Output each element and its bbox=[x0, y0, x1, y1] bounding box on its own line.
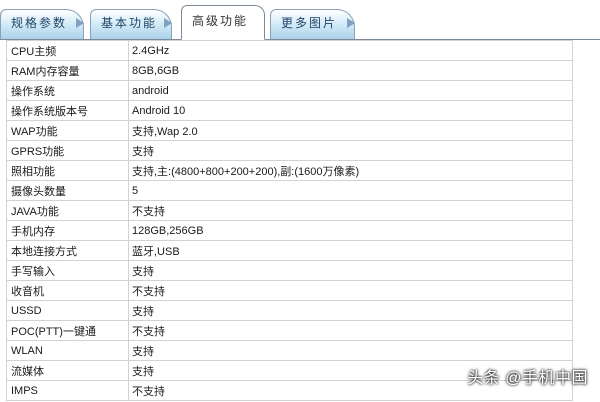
spec-key: USSD bbox=[6, 300, 129, 321]
spec-key: WAP功能 bbox=[6, 120, 129, 141]
tab-more-images[interactable]: 更多图片 bbox=[270, 9, 355, 39]
spec-value: 不支持 bbox=[128, 280, 573, 301]
spec-table-body: CPU主频 2.4GHz RAM内存容量 8GB,6GB 操作系统 android 操作系统… bbox=[6, 40, 573, 401]
table-row: 操作系统版本号 Android 10 bbox=[6, 100, 573, 121]
spec-value: 支持 bbox=[128, 340, 573, 361]
table-row: CPU主频 2.4GHz bbox=[6, 40, 573, 61]
table-row: 本地连接方式 蓝牙,USB bbox=[6, 240, 573, 261]
spec-key: JAVA功能 bbox=[6, 200, 129, 221]
spec-key: 本地连接方式 bbox=[6, 240, 129, 261]
spec-value: 支持 bbox=[128, 300, 573, 321]
spec-value: 支持 bbox=[128, 260, 573, 281]
spec-value: 2.4GHz bbox=[128, 40, 573, 61]
spec-key: CPU主频 bbox=[6, 40, 129, 61]
table-row: 摄像头数量 5 bbox=[6, 180, 573, 201]
table-row: USSD 支持 bbox=[6, 300, 573, 321]
table-row: POC(PTT)一键通 不支持 bbox=[6, 320, 573, 341]
spec-value: 8GB,6GB bbox=[128, 60, 573, 81]
spec-value: 不支持 bbox=[128, 200, 573, 221]
table-row: 操作系统 android bbox=[6, 80, 573, 101]
spec-key: 流媒体 bbox=[6, 360, 129, 381]
spec-value: 128GB,256GB bbox=[128, 220, 573, 241]
table-row: WAP功能 支持,Wap 2.0 bbox=[6, 120, 573, 141]
table-row: RAM内存容量 8GB,6GB bbox=[6, 60, 573, 81]
spec-key: 收音机 bbox=[6, 280, 129, 301]
tab-spec-params[interactable]: 规格参数 bbox=[0, 9, 84, 39]
spec-value: 蓝牙,USB bbox=[128, 240, 573, 261]
tab-label: 规格参数 bbox=[11, 16, 68, 30]
table-row: 手机内存 128GB,256GB bbox=[6, 220, 573, 241]
spec-key: 操作系统 bbox=[6, 80, 129, 101]
table-row: 手写输入 支持 bbox=[6, 260, 573, 281]
spec-page: 规格参数 基本功能 高级功能 更多图片 CPU主频 2.4GHz RAM内存容量 8G… bbox=[0, 0, 600, 402]
table-row: JAVA功能 不支持 bbox=[6, 200, 573, 221]
spec-table: CPU主频 2.4GHz RAM内存容量 8GB,6GB 操作系统 android 操作系统… bbox=[6, 40, 573, 401]
spec-key: 手机内存 bbox=[6, 220, 129, 241]
spec-key: IMPS bbox=[6, 380, 129, 401]
tab-label: 高级功能 bbox=[192, 14, 249, 28]
tab-corner-icon bbox=[76, 18, 84, 28]
spec-key: 操作系统版本号 bbox=[6, 100, 129, 121]
spec-key: 照相功能 bbox=[6, 160, 129, 181]
spec-value: 支持,主:(4800+800+200+200),副:(1600万像素) bbox=[128, 160, 573, 181]
table-row: GPRS功能 支持 bbox=[6, 140, 573, 161]
table-row: 收音机 不支持 bbox=[6, 280, 573, 301]
spec-value: 支持,Wap 2.0 bbox=[128, 120, 573, 141]
page-margin bbox=[573, 40, 600, 402]
spec-value: 不支持 bbox=[128, 320, 573, 341]
tab-label: 基本功能 bbox=[101, 16, 158, 30]
table-row: WLAN 支持 bbox=[6, 340, 573, 361]
watermark: 头条 @手机中国 bbox=[467, 370, 588, 387]
spec-key: 摄像头数量 bbox=[6, 180, 129, 201]
table-row: 照相功能 支持,主:(4800+800+200+200),副:(1600万像素) bbox=[6, 160, 573, 181]
tab-bar: 规格参数 基本功能 高级功能 更多图片 bbox=[0, 0, 600, 40]
spec-key: WLAN bbox=[6, 340, 129, 361]
spec-value: 支持 bbox=[128, 140, 573, 161]
spec-key: 手写输入 bbox=[6, 260, 129, 281]
tab-corner-icon bbox=[347, 18, 355, 28]
tab-advanced-functions[interactable]: 高级功能 bbox=[181, 5, 265, 40]
tab-corner-icon bbox=[164, 18, 172, 28]
tab-basic-functions[interactable]: 基本功能 bbox=[90, 9, 172, 39]
spec-value: Android 10 bbox=[128, 100, 573, 121]
spec-key: GPRS功能 bbox=[6, 140, 129, 161]
spec-value: 5 bbox=[128, 180, 573, 201]
tab-label: 更多图片 bbox=[281, 16, 338, 30]
spec-key: POC(PTT)一键通 bbox=[6, 320, 129, 341]
spec-key: RAM内存容量 bbox=[6, 60, 129, 81]
spec-value: android bbox=[128, 80, 573, 101]
